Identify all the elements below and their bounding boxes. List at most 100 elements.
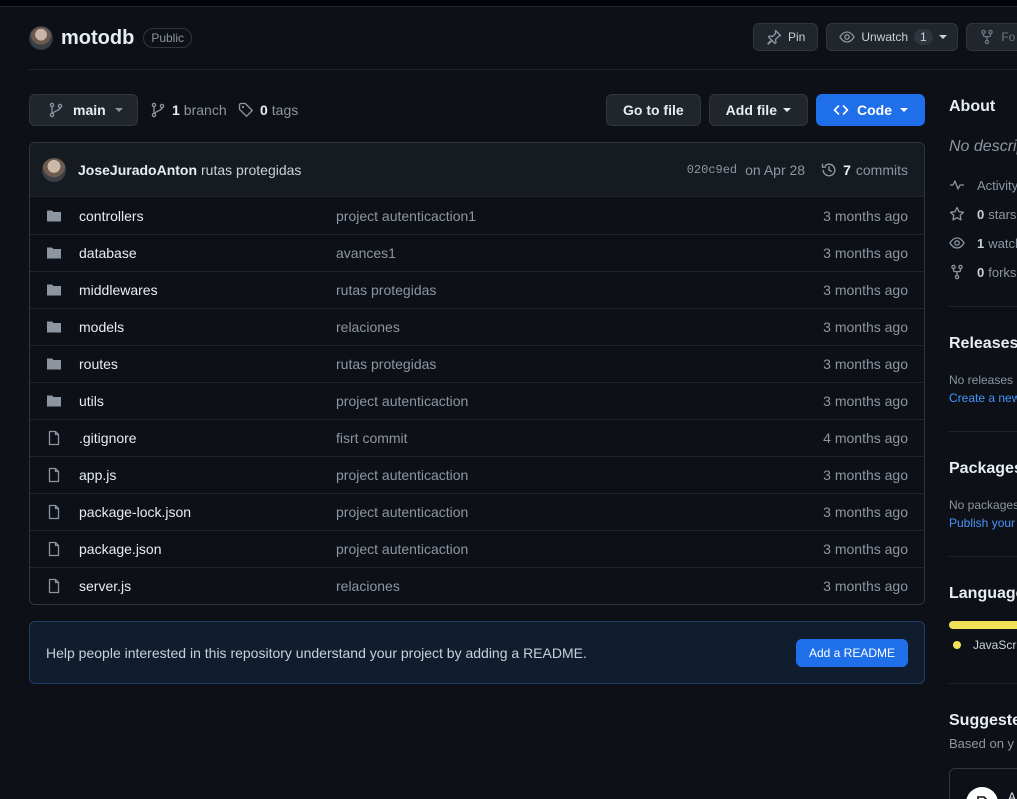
releases-heading[interactable]: Releases (949, 335, 1017, 353)
chevron-down-icon (114, 108, 123, 112)
pin-icon (766, 29, 788, 45)
create-release-link[interactable]: Create a new (949, 391, 1017, 405)
file-commit-message[interactable]: project autenticaction1 (336, 208, 823, 224)
file-name[interactable]: routes (79, 356, 336, 372)
repo-sidebar: About No descrip Activity 0 stars 1 watc… (949, 96, 1017, 799)
tags-link[interactable]: 0 tags (238, 102, 298, 118)
stars-word: stars (988, 206, 1017, 222)
folder-icon (46, 319, 62, 335)
packages-heading[interactable]: Packages (949, 460, 1017, 478)
file-commit-message[interactable]: project autenticaction (336, 504, 823, 520)
file-icon (46, 504, 62, 520)
folder-icon (46, 245, 62, 261)
activity-link[interactable]: Activity (949, 177, 1017, 193)
commit-sha[interactable]: 020c9ed (687, 163, 737, 177)
go-to-file-button[interactable]: Go to file (605, 94, 701, 126)
file-commit-message[interactable]: project autenticaction (336, 541, 823, 557)
table-row[interactable]: package.json project autenticaction 3 mont… (30, 530, 924, 567)
add-file-button[interactable]: Add file (708, 94, 808, 126)
branch-icon (48, 102, 73, 118)
add-readme-button[interactable]: Add a README (795, 638, 908, 667)
file-name[interactable]: server.js (79, 578, 336, 594)
file-commit-message[interactable]: project autenticaction (336, 467, 823, 483)
avatar[interactable] (42, 157, 66, 182)
chevron-down-icon (783, 108, 791, 112)
table-row[interactable]: database avances1 3 months ago (30, 234, 924, 271)
stars-link[interactable]: 0 stars (949, 206, 1016, 222)
sidebar-divider (949, 306, 1017, 307)
language-item[interactable]: JavaScri (949, 638, 1017, 652)
watchers-link[interactable]: 1 watch (949, 235, 1017, 251)
table-row[interactable]: app.js project autenticaction 3 months ago (30, 456, 924, 493)
suggested-heading: Suggeste (949, 712, 1017, 729)
commit-message[interactable]: rutas protegidas (201, 162, 301, 178)
file-name[interactable]: app.js (79, 467, 336, 483)
code-button[interactable]: Code (816, 94, 925, 126)
branch-icon (150, 102, 172, 118)
commits-link[interactable]: 7 commits (821, 162, 908, 178)
table-row[interactable]: server.js relaciones 3 months ago (30, 567, 924, 604)
folder-icon (46, 282, 62, 298)
tag-count: 0 (260, 102, 268, 118)
file-age: 3 months ago (823, 504, 908, 520)
suggested-workflow-card[interactable]: A (949, 768, 1017, 799)
file-name[interactable]: middlewares (79, 282, 336, 298)
file-name[interactable]: .gitignore (79, 430, 336, 446)
commit-date: on Apr 28 (745, 161, 806, 178)
file-commit-message[interactable]: relaciones (336, 319, 823, 335)
table-row[interactable]: utils project autenticaction 3 months ago (30, 382, 924, 419)
file-commit-message[interactable]: rutas protegidas (336, 356, 823, 372)
unwatch-button[interactable]: Unwatch 1 (826, 23, 959, 51)
file-name[interactable]: package.json (79, 541, 336, 557)
owner-avatar[interactable] (29, 26, 53, 50)
table-row[interactable]: middlewares rutas protegidas 3 months ago (30, 271, 924, 308)
eye-icon (949, 235, 977, 251)
languages-heading: Language (949, 585, 1017, 602)
workflow-icon (966, 787, 998, 799)
file-age: 3 months ago (823, 578, 908, 594)
eye-icon (839, 29, 861, 45)
file-commit-message[interactable]: relaciones (336, 578, 823, 594)
file-name[interactable]: package-lock.json (79, 504, 336, 520)
fork-button[interactable]: Fo (966, 23, 1017, 51)
visibility-badge: Public (143, 28, 192, 48)
file-icon (46, 430, 62, 446)
unwatch-label: Unwatch (861, 30, 909, 44)
forks-link[interactable]: 0 forks (949, 264, 1016, 280)
pulse-icon (949, 177, 977, 193)
code-label: Code (857, 102, 892, 118)
commit-word: commits (855, 161, 908, 178)
history-icon (821, 162, 843, 178)
branches-link[interactable]: 1 branch (150, 102, 227, 118)
file-commit-message[interactable]: fisrt commit (336, 430, 823, 446)
pin-button[interactable]: Pin (753, 23, 819, 51)
file-commit-message[interactable]: avances1 (336, 245, 823, 261)
table-row[interactable]: controllers project autenticaction1 3 mont… (30, 197, 924, 234)
commit-author[interactable]: JoseJuradoAnton (78, 162, 197, 178)
chevron-down-icon (938, 35, 947, 39)
file-commit-message[interactable]: project autenticaction (336, 393, 823, 409)
file-icon (46, 541, 62, 557)
header-divider (29, 69, 1017, 70)
file-name[interactable]: utils (79, 393, 336, 409)
table-row[interactable]: .gitignore fisrt commit 4 months ago (30, 419, 924, 456)
suggested-subtitle: Based on y (949, 736, 1015, 751)
file-age: 3 months ago (823, 245, 908, 261)
table-row[interactable]: models relaciones 3 months ago (30, 308, 924, 345)
branch-name: main (73, 102, 106, 118)
about-description: No descrip (949, 138, 1017, 155)
file-commit-message[interactable]: rutas protegidas (336, 282, 823, 298)
file-name[interactable]: database (79, 245, 336, 261)
branch-selector[interactable]: main (29, 94, 138, 126)
table-row[interactable]: routes rutas protegidas 3 months ago (30, 345, 924, 382)
repo-name[interactable]: motodb (61, 27, 134, 50)
file-name[interactable]: controllers (79, 208, 336, 224)
table-row[interactable]: package-lock.json project autenticaction 3… (30, 493, 924, 530)
file-name[interactable]: models (79, 319, 336, 335)
publish-package-link[interactable]: Publish your (949, 516, 1015, 530)
file-age: 3 months ago (823, 541, 908, 557)
language-bar (949, 621, 1017, 629)
folder-icon (46, 208, 62, 224)
suggested-card-title: A (1008, 790, 1017, 799)
forks-count: 0 (977, 264, 985, 280)
